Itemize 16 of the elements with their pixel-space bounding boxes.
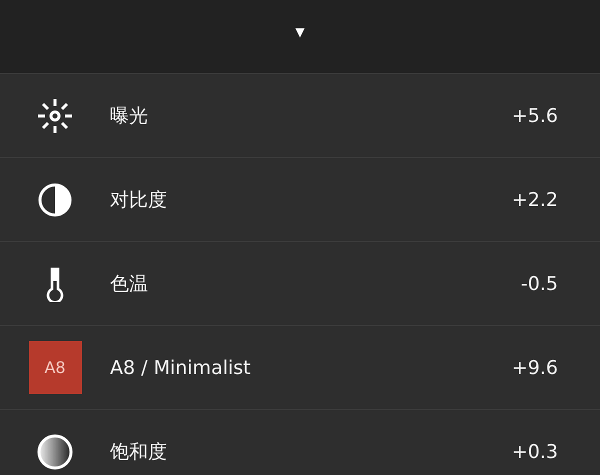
preset-badge: A8 [28,341,82,394]
adjustment-label: 对比度 [110,188,167,210]
collapse-arrow[interactable]: ▼ [295,26,305,38]
thermometer-icon [44,266,66,302]
adjustment-value: +2.2 [512,188,558,210]
gradient-circle-icon [36,432,74,470]
contrast-icon [37,182,73,218]
adjustment-value: +0.3 [512,440,558,462]
adjustment-value: +9.6 [512,356,558,378]
adjustment-label: 饱和度 [110,440,167,462]
sun-icon [37,98,73,134]
adjustment-label: A8 / Minimalist [110,356,251,378]
adjustment-label: 曝光 [110,104,148,126]
adjustment-value: +5.6 [512,104,558,126]
adjustment-label: 色温 [110,272,148,294]
adjustment-value: -0.5 [520,272,558,294]
